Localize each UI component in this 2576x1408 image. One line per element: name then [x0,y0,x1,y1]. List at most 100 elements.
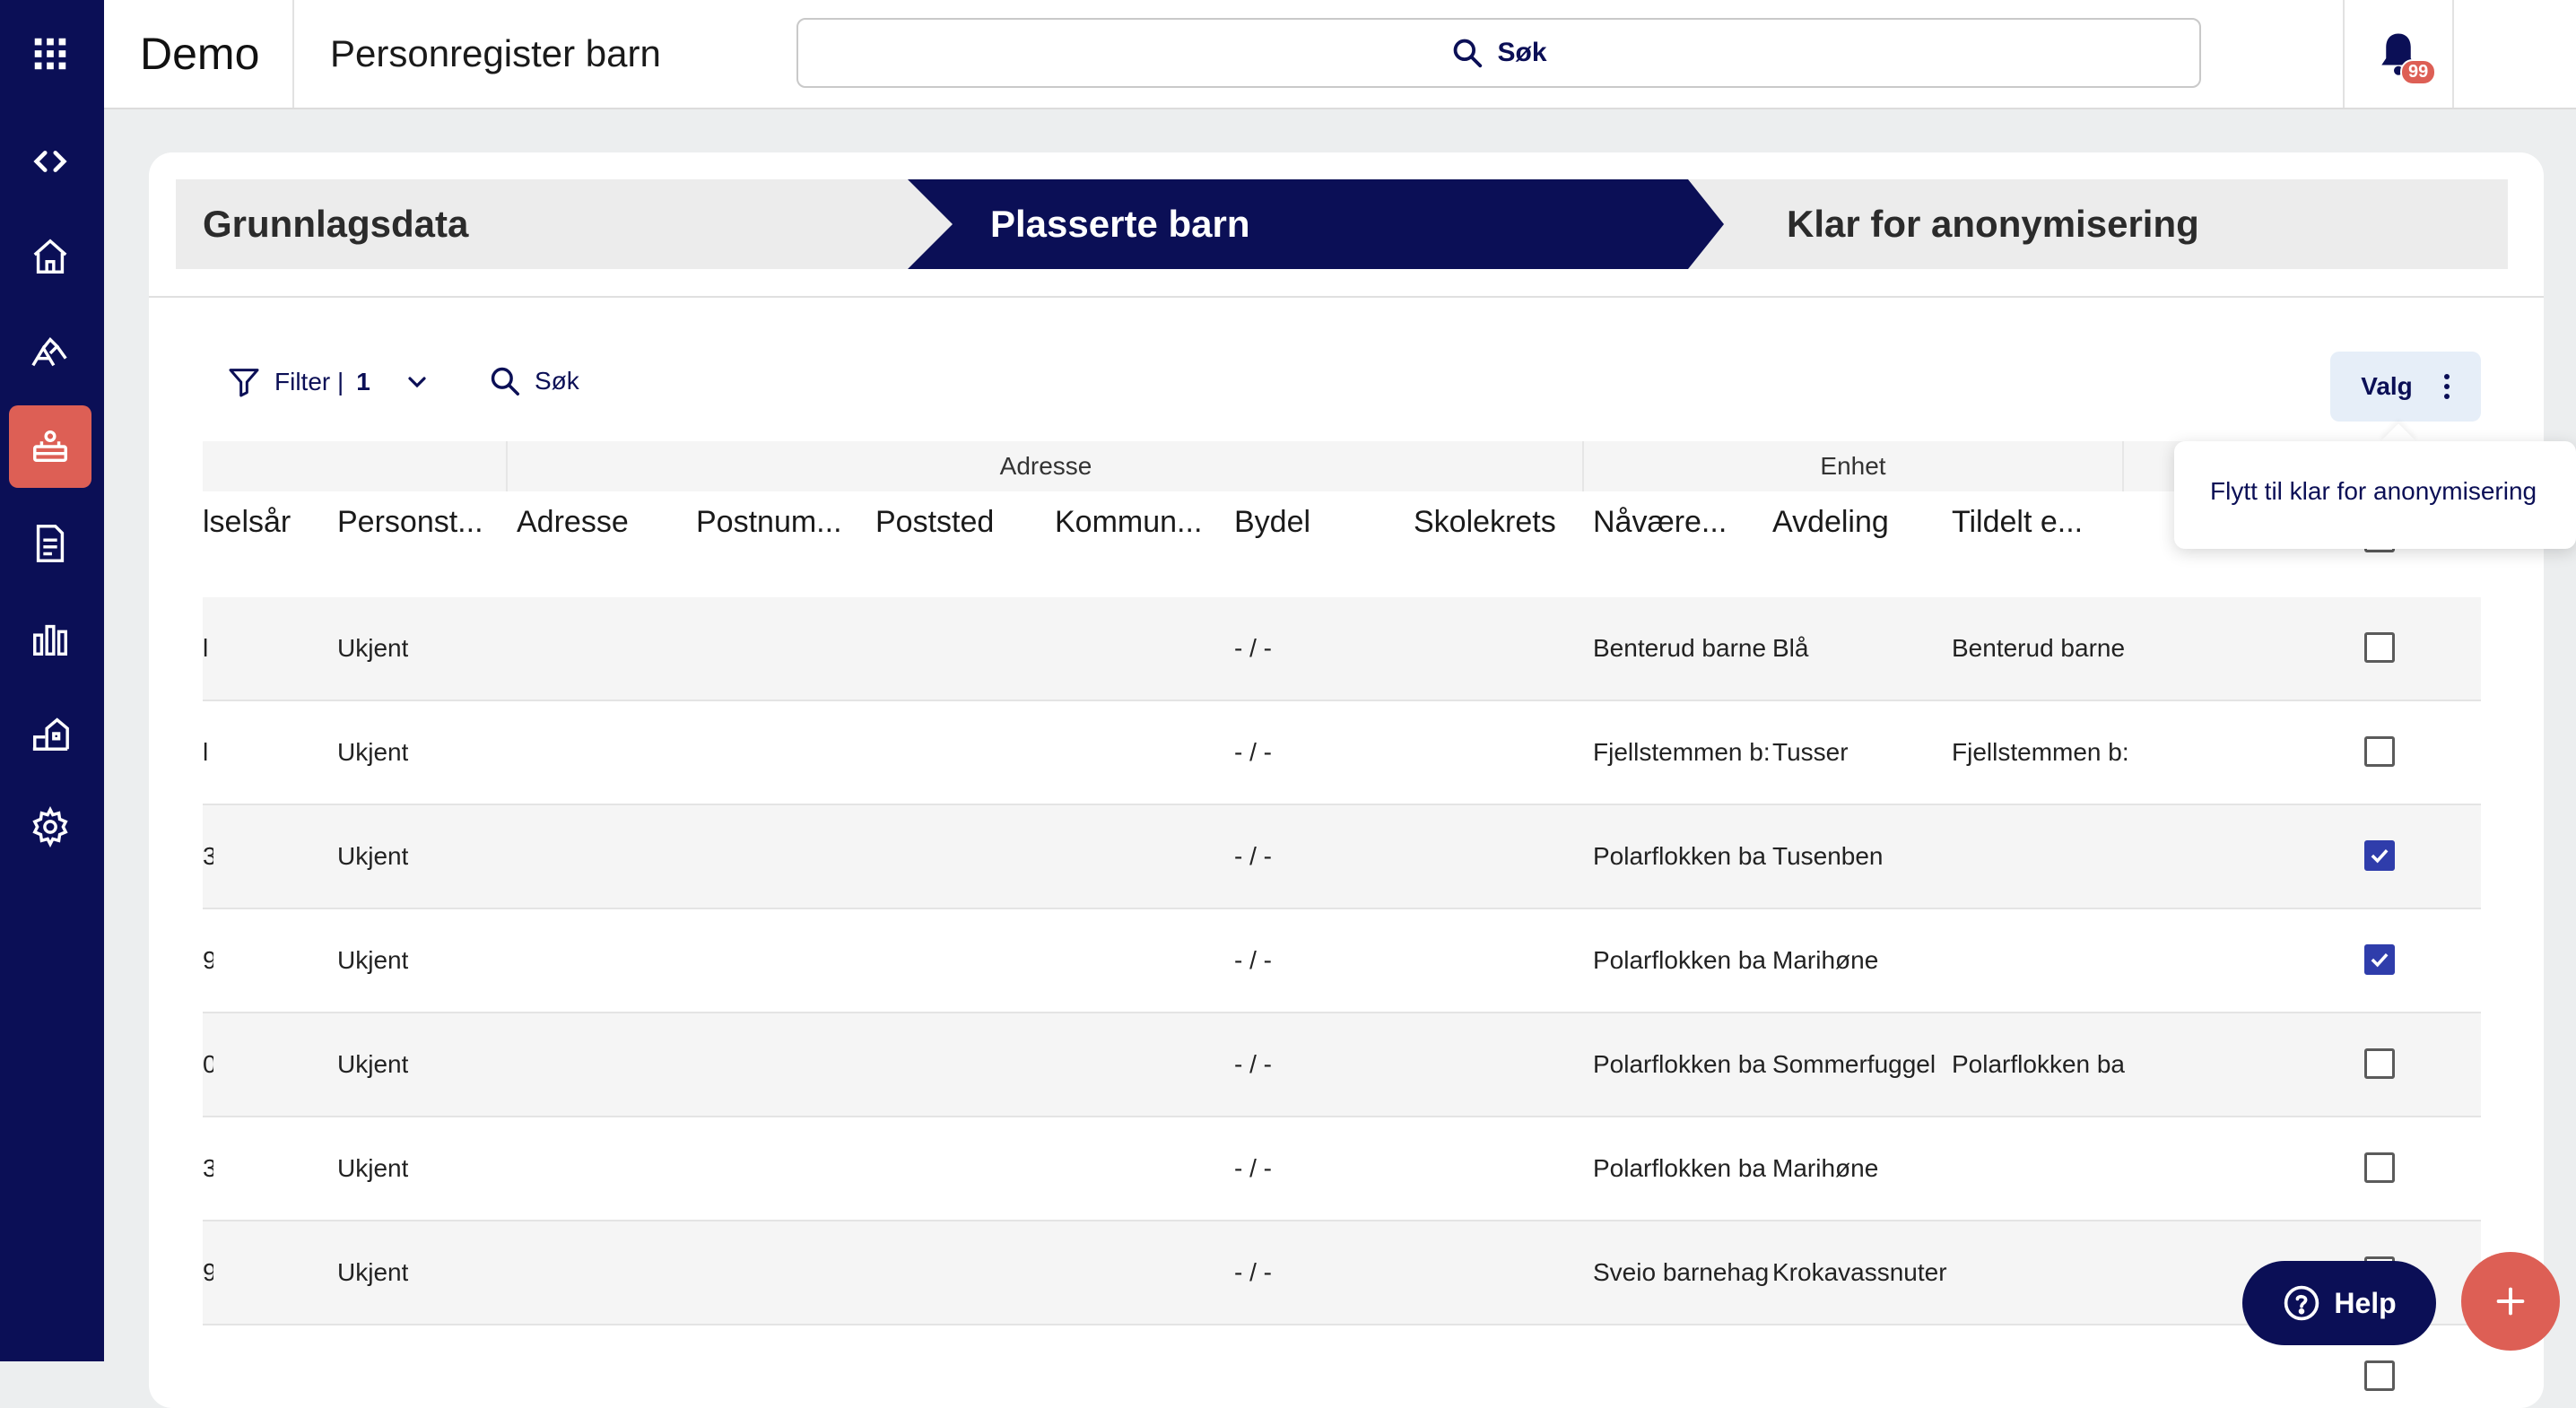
table-row[interactable]: 3 Ukjent - / - Polarflokken ba Tusenben [203,805,2481,909]
cell-current-unit: Polarflokken ba [1593,1050,1767,1078]
cell-bydel: - / - [1234,634,1272,662]
valg-label: Valg [2361,372,2413,400]
help-button[interactable]: Help [2242,1261,2436,1345]
cell-current-unit: Fjellstemmen b: [1593,738,1769,766]
global-search-input[interactable]: Søk [796,18,2201,88]
search-icon [491,367,519,395]
column-header-fodselsar[interactable]: lselsår [203,495,291,549]
column-header-personstatus[interactable]: Personst... [337,495,483,549]
column-header-postnummer[interactable]: Postnum... [696,495,842,549]
cell-year: l [203,738,209,766]
cell-bydel: - / - [1234,1154,1272,1182]
cell-status: Ukjent [337,738,409,766]
main-card: Grunnlagsdata Plasserte barn Klar for an… [149,152,2544,1408]
filter-count: 1 [356,368,370,395]
chevron-down-icon[interactable] [403,368,431,396]
cell-department: Tusser [1772,738,1849,766]
table-row[interactable]: 9 Ukjent - / - Polarflokken ba Marihøne [203,909,2481,1013]
row-checkbox[interactable] [2364,944,2395,975]
cell-year: 3 [203,1154,213,1182]
cell-assigned-unit: Benterud barne [1952,634,2126,662]
filter-button[interactable]: Filter | 1 [226,364,431,400]
add-button[interactable] [2461,1252,2560,1351]
column-header-skolekrets[interactable]: Skolekrets [1414,495,1556,549]
cell-department: Marihøne [1772,946,1879,974]
valg-button[interactable]: Valg [2330,352,2481,422]
step-navigation: Grunnlagsdata Plasserte barn Klar for an… [176,179,2508,269]
table-search-button[interactable]: Søk [488,364,579,398]
cell-bydel: - / - [1234,1258,1272,1286]
table-row[interactable]: 9 Ukjent - / - Sveio barnehag Krokavassn… [203,1221,2481,1325]
child-register-icon[interactable] [9,405,91,488]
expand-collapse-icon[interactable] [9,120,91,203]
bar-chart-icon[interactable] [9,597,91,680]
cell-department: Sommerfuggel [1772,1050,1936,1078]
cell-assigned-unit: Polarflokken ba [1952,1050,2126,1078]
group-adresse: Adresse [999,452,1092,480]
notification-badge: 99 [2400,59,2437,85]
sidebar [0,0,104,1361]
playground-icon[interactable] [9,310,91,393]
data-table: Adresse Enhet lselsår Personst... Adress… [203,441,2481,1408]
table-row[interactable]: 0 Ukjent - / - Polarflokken ba Sommerfug… [203,1013,2481,1117]
filter-label: Filter | [274,368,344,395]
divider [149,296,2544,298]
document-icon[interactable] [9,502,91,585]
row-checkbox[interactable] [2364,1360,2395,1391]
column-header-kommune[interactable]: Kommun... [1055,495,1202,549]
help-icon [2284,1285,2319,1321]
more-vertical-icon [2443,374,2450,399]
cell-assigned-unit [1952,805,2128,908]
column-header-navaerende[interactable]: Nåvære... [1593,495,1727,549]
table-row[interactable] [203,1325,2481,1408]
cell-status: Ukjent [337,1258,409,1286]
column-header-bydel[interactable]: Bydel [1234,495,1310,549]
plus-icon [2496,1287,2525,1316]
cell-year: 0 [203,1050,213,1078]
cell-department: Tusenben [1772,842,1884,870]
row-checkbox[interactable] [2364,1048,2395,1079]
column-header-tildelt[interactable]: Tildelt e... [1952,495,2083,549]
menu-item-move-to-anonymization[interactable]: Flytt til klar for anonymisering [2210,477,2537,506]
cell-year: 9 [203,1258,213,1286]
table-row[interactable]: l Ukjent - / - Fjellstemmen b: Tusser Fj… [203,701,2481,805]
table-row[interactable]: 3 Ukjent - / - Polarflokken ba Marihøne [203,1117,2481,1221]
step-grunnlagsdata[interactable]: Grunnlagsdata [203,179,468,269]
cell-year: 3 [203,842,213,870]
cell-assigned-unit [1952,1221,2128,1324]
global-search-label: Søk [1497,38,1547,67]
row-checkbox[interactable] [2364,1152,2395,1183]
cell-year: 9 [203,946,213,974]
divider [2452,0,2454,108]
row-checkbox[interactable] [2364,840,2395,871]
cell-status: Ukjent [337,1154,409,1182]
column-header-avdeling[interactable]: Avdeling [1772,495,1889,549]
apps-grid-icon[interactable] [9,13,91,95]
cell-current-unit: Polarflokken ba [1593,842,1767,870]
table-row[interactable]: l Ukjent - / - Benterud barne Blå Benter… [203,597,2481,701]
cell-current-unit: Polarflokken ba [1593,1154,1767,1182]
column-header-poststed[interactable]: Poststed [875,495,994,549]
cell-bydel: - / - [1234,1050,1272,1078]
search-icon [1454,39,1483,68]
row-checkbox[interactable] [2364,736,2395,767]
home-icon[interactable] [9,215,91,298]
cell-status: Ukjent [337,946,409,974]
buildings-icon[interactable] [9,692,91,775]
settings-icon[interactable] [9,786,91,868]
cell-department: Marihøne [1772,1154,1879,1182]
app-name[interactable]: Demo [140,0,259,108]
top-bar: Demo Personregister barn Søk 99 [104,0,2576,109]
step-plasserte-barn[interactable]: Plasserte barn [990,179,1250,269]
row-checkbox[interactable] [2364,632,2395,663]
group-enhet: Enhet [1820,452,1886,480]
cell-department: Krokavassnuter [1772,1258,1947,1286]
divider [292,0,294,108]
divider [2122,441,2124,491]
cell-current-unit: Sveio barnehag [1593,1258,1769,1286]
column-header-adresse[interactable]: Adresse [517,495,629,549]
cell-assigned-unit [1952,1117,2128,1220]
cell-bydel: - / - [1234,738,1272,766]
step-klar-for-anonymisering[interactable]: Klar for anonymisering [1787,179,2199,269]
cell-assigned-unit [1952,909,2128,1012]
